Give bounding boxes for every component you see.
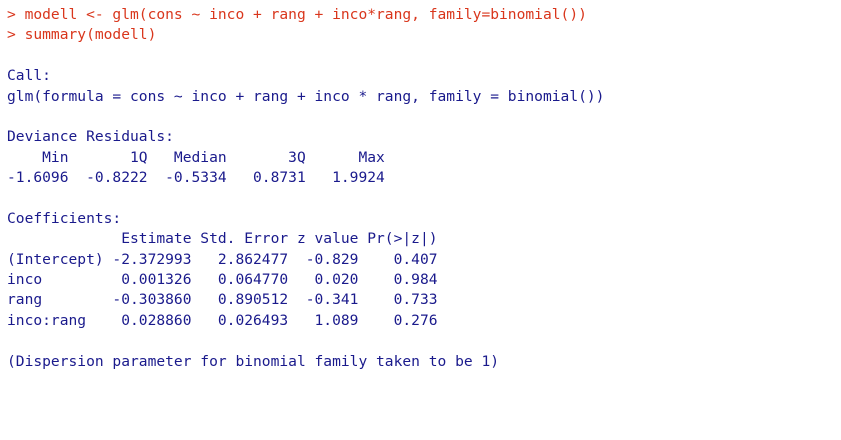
console-line-coefficients-header: Estimate Std. Error z value Pr(>|z|): [7, 230, 438, 248]
console-line-command-glm: > modell <- glm(cons ~ inco + rang + inc…: [7, 6, 587, 23]
console-line-coef-inco: inco 0.001326 0.064770 0.020 0.984: [7, 271, 438, 289]
console-line-coef-intercept: (Intercept) -2.372993 2.862477 -0.829 0.…: [7, 250, 438, 268]
console-line-residuals-heading: Deviance Residuals:: [7, 128, 174, 146]
console-line-call-heading: Call:: [7, 67, 51, 85]
console-line-blank: [7, 331, 837, 351]
console-line-coef-rang: rang -0.303860 0.890512 -0.341 0.733: [7, 291, 438, 309]
console-line-call-formula: glm(formula = cons ~ inco + rang + inco …: [7, 87, 605, 105]
console-line-residuals-header: Min 1Q Median 3Q Max: [7, 148, 403, 166]
console-line-coef-inco-rang: inco:rang 0.028860 0.026493 1.089 0.276: [7, 311, 438, 329]
r-console-output: > modell <- glm(cons ~ inco + rang + inc…: [7, 5, 837, 372]
console-line-coefficients-heading: Coefficients:: [7, 209, 122, 227]
console-line-dispersion-note: (Dispersion parameter for binomial famil…: [7, 352, 500, 370]
console-line-blank: [7, 107, 837, 127]
console-line-residuals-values: -1.6096 -0.8222 -0.5334 0.8731 1.9924: [7, 169, 403, 187]
console-line-blank: [7, 189, 837, 209]
console-line-blank: [7, 46, 837, 66]
console-line-command-summary: > summary(modell): [7, 26, 157, 44]
